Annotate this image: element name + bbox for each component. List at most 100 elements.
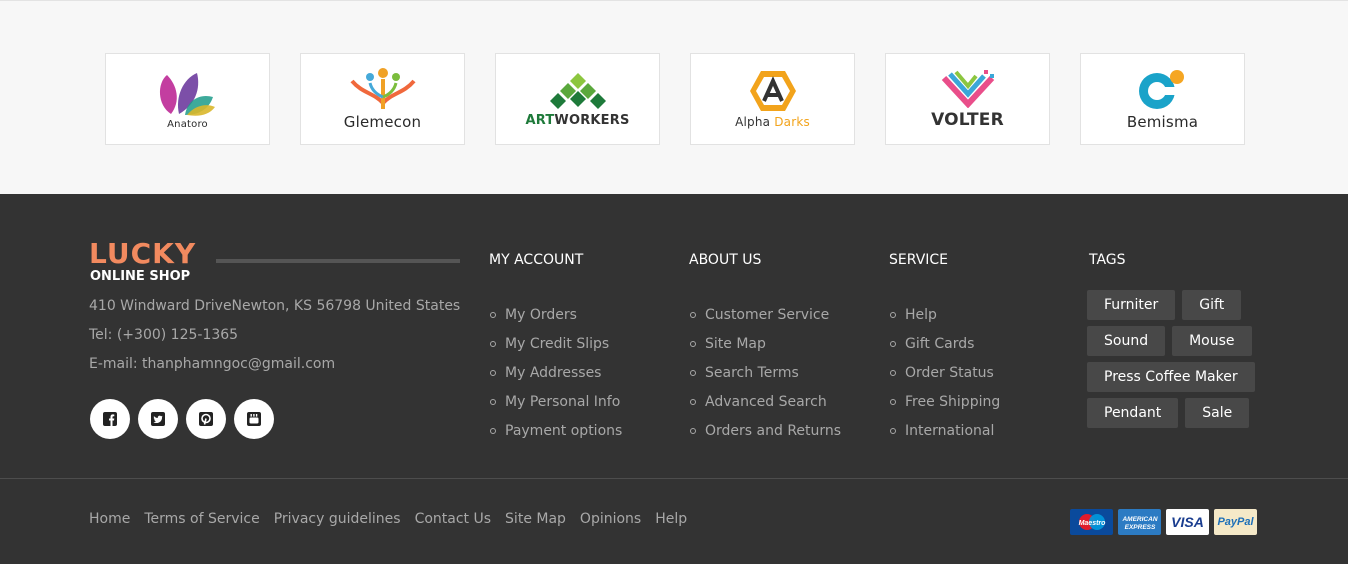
bullet-icon [490,427,496,434]
facebook-icon [103,412,117,426]
tag-cloud: Furniter Gift Sound Mouse Press Coffee M… [1087,290,1262,428]
svg-text:EXPRESS: EXPRESS [1124,524,1155,531]
site-footer: LUCKY ONLINE SHOP 410 Windward DriveNewt… [0,194,1348,564]
brand-name: Bemisma [1126,113,1199,131]
footer-tel: Tel: (+300) 125-1365 [89,327,239,343]
alpha-darks-logo [749,71,796,111]
tags-column: TAGS [1089,252,1126,272]
tag-sound[interactable]: Sound [1087,326,1166,356]
anatoro-logo [159,72,215,116]
service-list: Help Gift Cards Order Status Free Shippi… [889,300,1000,445]
logo-divider [216,259,460,263]
logo-subtitle: ONLINE SHOP [90,269,191,284]
amex-icon: AMERICANEXPRESS [1121,516,1157,531]
pinterest-button[interactable] [186,399,226,439]
my-personal-info-link[interactable]: My Personal Info [489,387,622,416]
bullet-icon [490,340,496,347]
footer-email: E-mail: thanphamngoc@gmail.com [89,356,336,372]
about-us-list: Customer Service Site Map Search Terms A… [689,300,841,445]
brand-anatoro[interactable]: Anatoro [105,53,270,145]
footer-divider [0,478,1348,479]
contact-us-link[interactable]: Contact Us [415,511,491,527]
tag-gift[interactable]: Gift [1182,290,1242,320]
free-shipping-link[interactable]: Free Shipping [889,387,1000,416]
tag-sale[interactable]: Sale [1185,398,1250,428]
bullet-icon [690,340,696,347]
brand-alpha-darks[interactable]: Alpha Darks [690,53,855,145]
tag-furniter[interactable]: Furniter [1087,290,1176,320]
my-account-title: MY ACCOUNT [489,252,584,268]
tag-pendant[interactable]: Pendant [1087,398,1179,428]
service-column: SERVICE Help Gift Cards Order Status Fre… [889,252,1000,445]
bullet-icon [690,398,696,405]
home-link[interactable]: Home [89,511,130,527]
site-map-bottom-link[interactable]: Site Map [505,511,566,527]
brand-glemecon[interactable]: Glemecon [300,53,465,145]
tag-mouse[interactable]: Mouse [1172,326,1252,356]
brand-volter[interactable]: VOLTER [885,53,1050,145]
paypal-card-icon: PayPal [1214,509,1257,535]
brand-name: ARTWORKERS [525,112,630,128]
brand-artworkers[interactable]: ARTWORKERS [495,53,660,145]
my-account-list: My Orders My Credit Slips My Addresses M… [489,300,622,445]
maestro-icon: Maestro [1078,514,1106,530]
help-bottom-link[interactable]: Help [655,511,687,527]
brand-name: VOLTER [931,110,1004,130]
order-status-link[interactable]: Order Status [889,358,1000,387]
bullet-icon [890,340,896,347]
my-addresses-link[interactable]: My Addresses [489,358,622,387]
international-link[interactable]: International [889,416,1000,445]
twitter-button[interactable] [138,399,178,439]
twitter-icon [151,412,165,426]
maestro-card-icon: Maestro [1070,509,1113,535]
gift-cards-link[interactable]: Gift Cards [889,329,1000,358]
advanced-search-link[interactable]: Advanced Search [689,387,841,416]
bottom-nav: Home Terms of Service Privacy guidelines… [89,511,687,527]
brand-name: Glemecon [343,113,422,131]
orders-and-returns-link[interactable]: Orders and Returns [689,416,841,445]
bullet-icon [690,311,696,318]
opinions-link[interactable]: Opinions [580,511,641,527]
help-link[interactable]: Help [889,300,1000,329]
payment-methods: Maestro AMERICAN EXPRESS VISA PayPal [1070,509,1257,535]
svg-text:AMERICAN: AMERICAN [1121,516,1157,523]
privacy-guidelines-link[interactable]: Privacy guidelines [274,511,401,527]
bullet-icon [690,369,696,376]
my-credit-slips-link[interactable]: My Credit Slips [489,329,622,358]
footer-logo[interactable]: LUCKY ONLINE SHOP [89,237,197,285]
footer-address: 410 Windward DriveNewton, KS 56798 Unite… [89,298,461,314]
tag-press-coffee-maker[interactable]: Press Coffee Maker [1087,362,1255,392]
my-account-column: MY ACCOUNT My Orders My Credit Slips My … [489,252,622,445]
bullet-icon [890,427,896,434]
bullet-icon [890,398,896,405]
svg-text:Maestro: Maestro [1078,520,1106,527]
amex-card-icon: AMERICAN EXPRESS [1118,509,1161,535]
bemisma-logo [1138,70,1184,109]
tags-title: TAGS [1089,252,1126,268]
bullet-icon [490,398,496,405]
pinterest-icon [199,412,213,426]
social-links [90,399,274,439]
facebook-button[interactable] [90,399,130,439]
youtube-icon [247,412,261,426]
search-terms-link[interactable]: Search Terms [689,358,841,387]
logo-title: LUCKY [89,237,197,270]
volter-logo [941,70,994,108]
bullet-icon [490,311,496,318]
brand-bemisma[interactable]: Bemisma [1080,53,1245,145]
terms-of-service-link[interactable]: Terms of Service [144,511,259,527]
brand-name: Alpha Darks [735,115,810,129]
bullet-icon [690,427,696,434]
payment-options-link[interactable]: Payment options [489,416,622,445]
site-map-link[interactable]: Site Map [689,329,841,358]
glemecon-logo [349,68,416,109]
about-us-title: ABOUT US [689,252,762,268]
youtube-button[interactable] [234,399,274,439]
customer-service-link[interactable]: Customer Service [689,300,841,329]
brand-logos-strip: Anatoro Glemecon ARTWORKERS Alpha Darks … [0,0,1348,194]
brand-name: Anatoro [167,118,208,130]
visa-card-icon: VISA [1166,509,1209,535]
service-title: SERVICE [889,252,949,268]
my-orders-link[interactable]: My Orders [489,300,622,329]
artworkers-logo [549,72,606,109]
